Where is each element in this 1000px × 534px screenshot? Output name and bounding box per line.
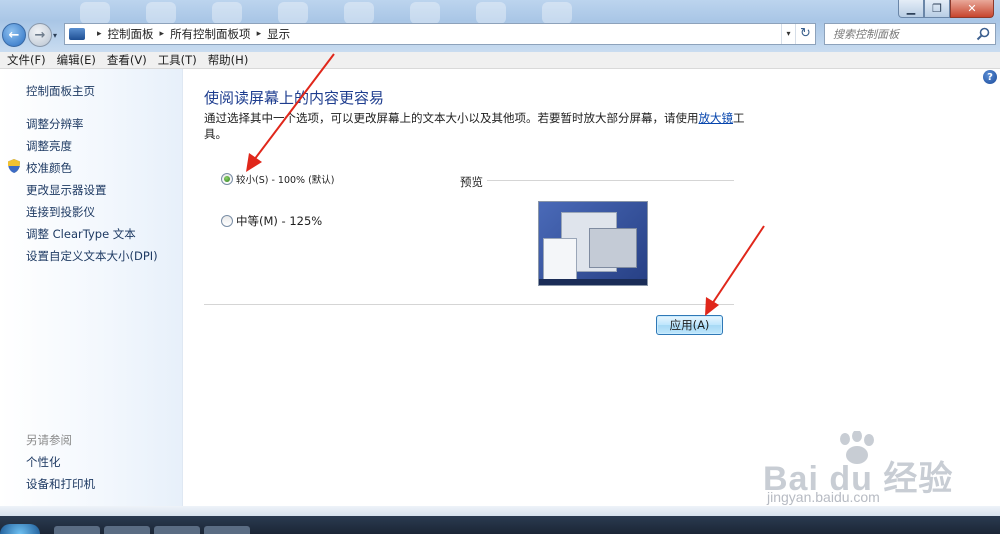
left-nav-pane: 控制面板主页 调整分辨率 调整亮度 校准颜色 更改显示器设置 连接到投影仪 调整…	[0, 69, 183, 506]
content-divider	[204, 304, 734, 305]
annotation-arrow-to-apply	[705, 225, 765, 316]
help-icon[interactable]: ?	[983, 70, 997, 84]
taskbar-button[interactable]	[104, 526, 150, 534]
nav-devices-printers[interactable]: 设备和打印机	[26, 476, 95, 492]
background-app-icon	[278, 2, 308, 24]
nav-adjust-resolution[interactable]: 调整分辨率	[26, 116, 84, 132]
breadcrumb-separator[interactable]: ▸	[97, 29, 102, 39]
address-bar[interactable]: ▸ 控制面板 ▸ 所有控制面板项 ▸ 显示 ▾ ↻	[64, 23, 816, 45]
minimize-button[interactable]: ▁	[898, 0, 924, 18]
option-medium-label[interactable]: 中等(M) - 125%	[236, 213, 322, 229]
refresh-icon[interactable]: ↻	[795, 24, 815, 44]
apply-button[interactable]: 应用(A)	[656, 315, 723, 335]
nav-control-panel-home[interactable]: 控制面板主页	[26, 83, 95, 99]
menu-edit[interactable]: 编辑(E)	[57, 52, 96, 68]
breadcrumb-separator[interactable]: ▸	[160, 29, 165, 39]
nav-custom-dpi[interactable]: 设置自定义文本大小(DPI)	[26, 248, 158, 264]
background-app-icon	[344, 2, 374, 24]
nav-connect-projector[interactable]: 连接到投影仪	[26, 204, 95, 220]
radio-option-medium[interactable]: 中等(M) - 125%	[221, 213, 322, 229]
background-app-icon	[146, 2, 176, 24]
search-icon[interactable]	[975, 26, 991, 42]
recent-pages-dropdown[interactable]: ▾	[53, 31, 57, 40]
background-app-icon	[542, 2, 572, 24]
search-input[interactable]	[833, 27, 973, 41]
magnifier-link[interactable]: 放大镜	[699, 111, 734, 125]
nav-adjust-cleartype[interactable]: 调整 ClearType 文本	[26, 226, 136, 242]
radio-option-smaller[interactable]: 较小(S) - 100% (默认)	[221, 172, 335, 186]
preview-label: 预览	[460, 175, 483, 189]
preview-image	[538, 201, 648, 286]
see-also-heading: 另请参阅	[26, 433, 72, 447]
window-titlebar: ▁ ❐ ✕ ← → ▾ ▸ 控制面板 ▸ 所有控制面板项 ▸ 显示 ▾ ↻	[0, 0, 1000, 52]
address-bar-actions: ▾ ↻	[781, 24, 815, 44]
preview-divider	[487, 180, 734, 181]
taskbar-button[interactable]	[154, 526, 200, 534]
breadcrumb-display[interactable]: 显示	[267, 26, 290, 42]
search-box[interactable]	[824, 23, 996, 45]
menu-file[interactable]: 文件(F)	[7, 52, 46, 68]
nav-change-display-settings[interactable]: 更改显示器设置	[26, 182, 107, 198]
baidu-jingyan-watermark: Bai du 经验 jingyan.baidu.com	[763, 431, 952, 509]
menu-view[interactable]: 查看(V)	[107, 52, 147, 68]
background-app-icon	[410, 2, 440, 24]
taskbar-button[interactable]	[204, 526, 250, 534]
address-dropdown-icon[interactable]: ▾	[781, 24, 795, 44]
radio-dot	[224, 176, 230, 182]
forward-button[interactable]: →	[28, 23, 52, 47]
option-smaller-label[interactable]: 较小(S) - 100% (默认)	[236, 172, 335, 186]
radio-button-selected[interactable]	[221, 173, 233, 185]
status-strip	[0, 506, 1000, 516]
windows-taskbar	[0, 516, 1000, 534]
preview-window	[589, 228, 637, 268]
breadcrumb-all-items[interactable]: 所有控制面板项	[170, 26, 251, 42]
page-title: 使阅读屏幕上的内容更容易	[204, 89, 385, 107]
watermark-url: jingyan.baidu.com	[767, 489, 880, 505]
nav-calibrate-color[interactable]: 校准颜色	[26, 160, 72, 176]
taskbar-button[interactable]	[54, 526, 100, 534]
preview-window	[543, 238, 577, 282]
maximize-button[interactable]: ❐	[924, 0, 950, 18]
shield-icon	[8, 159, 20, 173]
description-text: 通过选择其中一个选项，可以更改屏幕上的文本大小以及其他项。若要暂时放大部分屏幕，…	[204, 111, 699, 125]
control-panel-icon	[69, 28, 85, 40]
breadcrumb-separator[interactable]: ▸	[257, 29, 262, 39]
page-description: 通过选择其中一个选项，可以更改屏幕上的文本大小以及其他项。若要暂时放大部分屏幕，…	[204, 110, 764, 142]
menu-tools[interactable]: 工具(T)	[158, 52, 197, 68]
breadcrumb-control-panel[interactable]: 控制面板	[108, 26, 154, 42]
radio-button[interactable]	[221, 215, 233, 227]
start-orb-icon[interactable]	[0, 524, 40, 534]
window-controls: ▁ ❐ ✕	[898, 0, 994, 18]
background-app-icon	[80, 2, 110, 24]
background-app-icon	[212, 2, 242, 24]
nav-adjust-brightness[interactable]: 调整亮度	[26, 138, 72, 154]
background-app-icon	[476, 2, 506, 24]
nav-personalization[interactable]: 个性化	[26, 454, 61, 470]
menu-bar: 文件(F) 编辑(E) 查看(V) 工具(T) 帮助(H)	[0, 52, 1000, 69]
back-button[interactable]: ←	[2, 23, 26, 47]
menu-help[interactable]: 帮助(H)	[208, 52, 249, 68]
close-button[interactable]: ✕	[950, 0, 994, 18]
background-taskbar-icons	[80, 2, 572, 24]
preview-taskbar	[539, 279, 647, 285]
